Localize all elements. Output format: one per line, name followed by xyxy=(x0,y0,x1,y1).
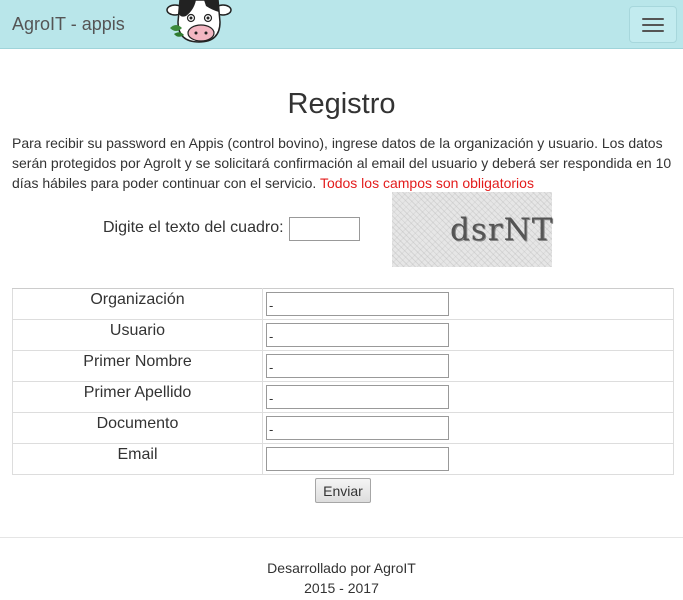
table-row: Documento xyxy=(12,412,674,444)
menu-toggle-button[interactable] xyxy=(629,6,677,43)
footer-years: 2015 - 2017 xyxy=(304,580,379,596)
organization-label: Organización xyxy=(12,288,263,320)
navbar: AgroIT - appis xyxy=(0,0,683,49)
last-name-label: Primer Apellido xyxy=(12,381,263,413)
table-row: Organización xyxy=(12,288,674,320)
organization-field[interactable] xyxy=(266,292,449,316)
page-title: Registro xyxy=(287,88,396,120)
footer-credit: Desarrollado por AgroIT xyxy=(267,560,416,576)
intro-text: Para recibir su password en Appis (contr… xyxy=(12,133,674,193)
last-name-field[interactable] xyxy=(266,385,449,409)
submit-button[interactable]: Enviar xyxy=(315,478,371,503)
captcha-input[interactable] xyxy=(289,217,360,241)
cow-logo-icon xyxy=(166,0,232,43)
user-label: Usuario xyxy=(12,319,263,351)
hamburger-menu-icon xyxy=(642,18,664,20)
first-name-label: Primer Nombre xyxy=(12,350,263,382)
table-row: Usuario xyxy=(12,319,674,351)
document-label: Documento xyxy=(12,412,263,444)
captcha-label: Digite el texto del cuadro: xyxy=(103,219,284,236)
required-fields-note: Todos los campos son obligatorios xyxy=(319,175,534,191)
footer-divider xyxy=(0,537,683,538)
document-field[interactable] xyxy=(266,416,449,440)
registration-form-table: Organización Usuario Primer Nombre Prime… xyxy=(12,288,674,475)
user-field[interactable] xyxy=(266,323,449,347)
table-row: Email xyxy=(12,443,674,475)
table-row: Primer Nombre xyxy=(12,350,674,382)
email-field[interactable] xyxy=(266,447,449,471)
brand-link[interactable]: AgroIT - appis xyxy=(12,14,125,35)
email-label: Email xyxy=(12,443,263,475)
table-row: Primer Apellido xyxy=(12,381,674,413)
captcha-image-text: dsrNT xyxy=(450,212,554,248)
first-name-field[interactable] xyxy=(266,354,449,378)
captcha-image: dsrNT xyxy=(392,192,552,267)
